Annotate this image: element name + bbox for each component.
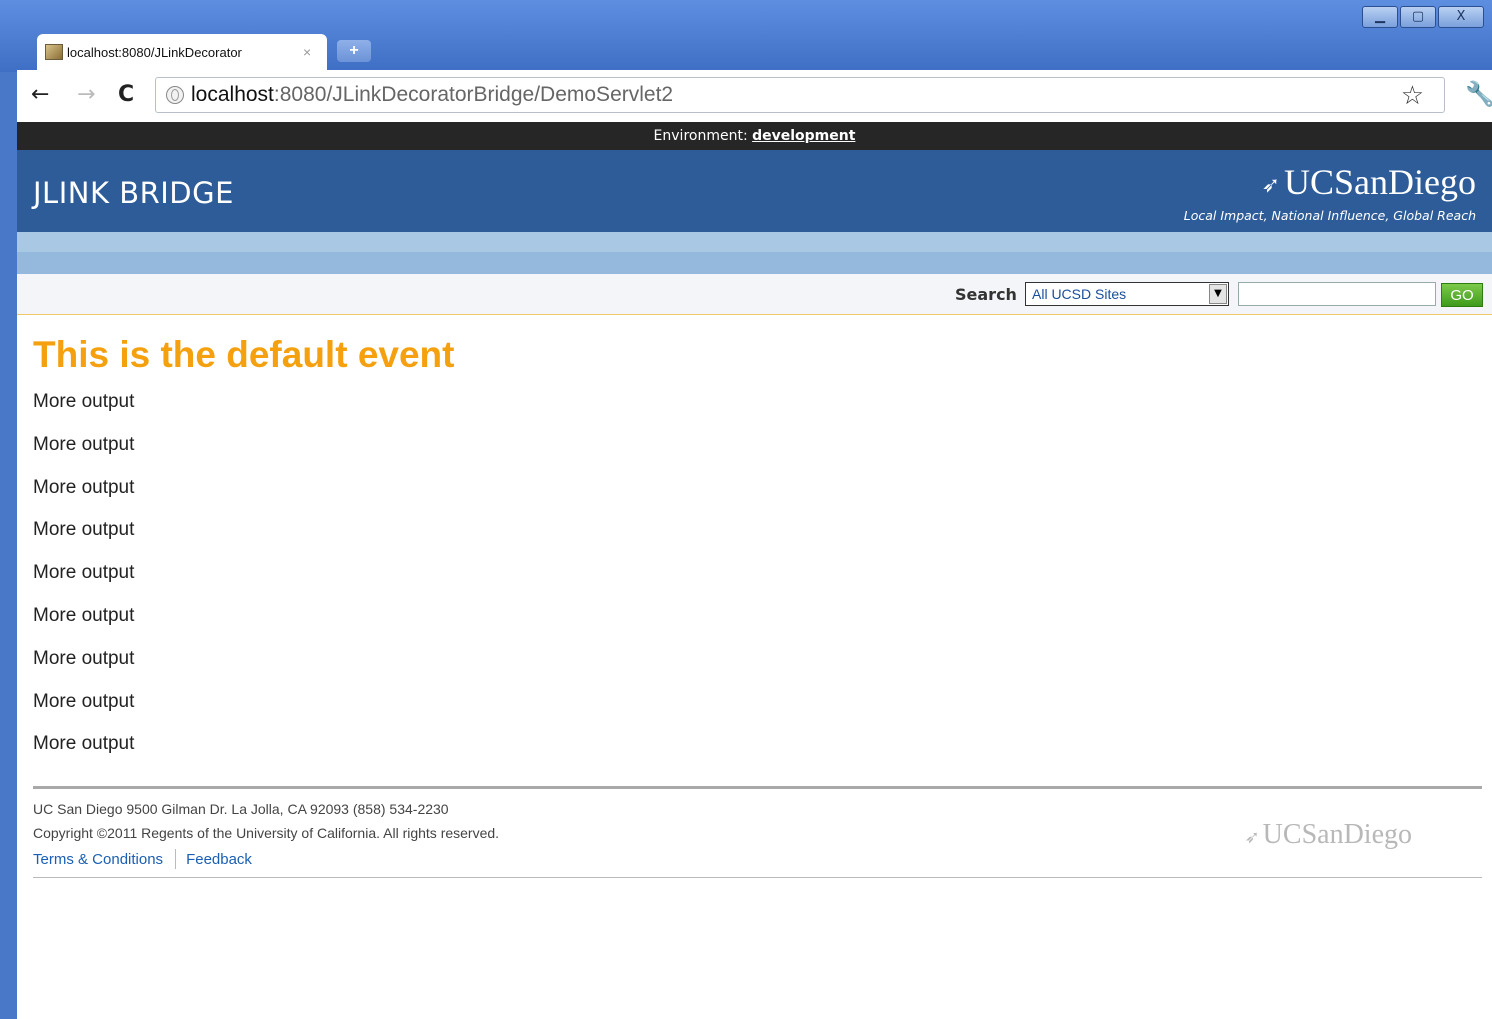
window-controls: ▁ ▢ X [1362,6,1484,28]
output-line: More output [33,604,135,626]
globe-icon [166,86,184,104]
minimize-button[interactable]: ▁ [1362,6,1398,28]
terms-link[interactable]: Terms & Conditions [33,851,163,868]
output-line: More output [33,433,135,455]
go-button[interactable]: GO [1441,283,1483,307]
footer-address: UC San Diego 9500 Gilman Dr. La Jolla, C… [33,801,449,817]
tab-title: localhost:8080/JLinkDecorator [67,44,242,60]
footer-divider [33,877,1482,878]
masthead: JLINK BRIDGE ➶ UCSanDiego Local Impact, N… [17,150,1492,232]
feedback-link[interactable]: Feedback [186,851,252,868]
tab-close-icon[interactable]: × [303,44,311,60]
url-host: localhost [191,83,274,106]
ucsd-logo[interactable]: ➶ UCSanDiego Local Impact, National Influ… [1184,164,1476,223]
search-bar: Search All UCSD Sites ▼ GO [17,274,1492,315]
output-line: More output [33,733,135,755]
main-content: This is the default event More output Mo… [17,315,1492,774]
url-path: :8080/JLinkDecoratorBridge/DemoServlet2 [273,83,674,106]
search-label: Search [955,285,1017,304]
search-scope-value: All UCSD Sites [1032,286,1127,302]
output-line: More output [33,690,135,712]
trident-bird-icon: ➶ [1244,827,1260,848]
address-bar[interactable]: localhost:8080/JLinkDecoratorBridge/Demo… [155,77,1445,113]
favicon-icon [45,44,63,60]
web-page: Environment: development JLINK BRIDGE ➶ U… [17,122,1492,1019]
browser-window-frame: ▁ ▢ X localhost:8080/JLinkDecorator × + [0,0,1492,72]
environment-label: Environment: [653,128,753,144]
output-line: More output [33,476,135,498]
output-line: More output [33,391,135,412]
link-divider [175,849,177,869]
footer-ucsd-logo[interactable]: ➶ UCSanDiego [1245,819,1412,851]
close-window-button[interactable]: X [1438,6,1484,28]
new-tab-button[interactable]: + [337,40,371,62]
nav-band-bottom [17,252,1492,274]
logo-tagline: Local Impact, National Influence, Global… [1183,207,1476,223]
forward-arrow-icon[interactable]: → [77,82,95,107]
nav-band-top [17,232,1492,252]
dropdown-arrow-icon[interactable]: ▼ [1209,284,1227,304]
reload-icon[interactable]: C [118,82,134,107]
site-title[interactable]: JLINK BRIDGE [33,176,234,210]
search-input[interactable] [1238,282,1436,306]
output-line: More output [33,647,135,669]
back-arrow-icon[interactable]: ← [31,82,49,107]
browser-tab[interactable]: localhost:8080/JLinkDecorator × [37,34,327,70]
page-heading: This is the default event [33,334,455,375]
wrench-icon[interactable]: 🔧 [1465,80,1492,108]
footer-links: Terms & Conditions Feedback [33,849,1482,869]
footer: UC San Diego 9500 Gilman Dr. La Jolla, C… [33,786,1482,878]
search-scope-select[interactable]: All UCSD Sites ▼ [1025,282,1229,306]
environment-link[interactable]: development [752,128,855,144]
environment-bar: Environment: development [17,122,1492,150]
maximize-button[interactable]: ▢ [1400,6,1436,28]
footer-logo-wordmark: UCSanDiego [1262,819,1412,850]
output-line: More output [33,519,135,541]
output-line: More output [33,562,135,584]
browser-toolbar: ← → C localhost:8080/JLinkDecoratorBridg… [17,70,1492,122]
logo-wordmark: UCSanDiego [1284,162,1476,202]
trident-bird-icon: ➶ [1261,172,1280,198]
bookmark-star-icon[interactable]: ☆ [1401,81,1424,111]
